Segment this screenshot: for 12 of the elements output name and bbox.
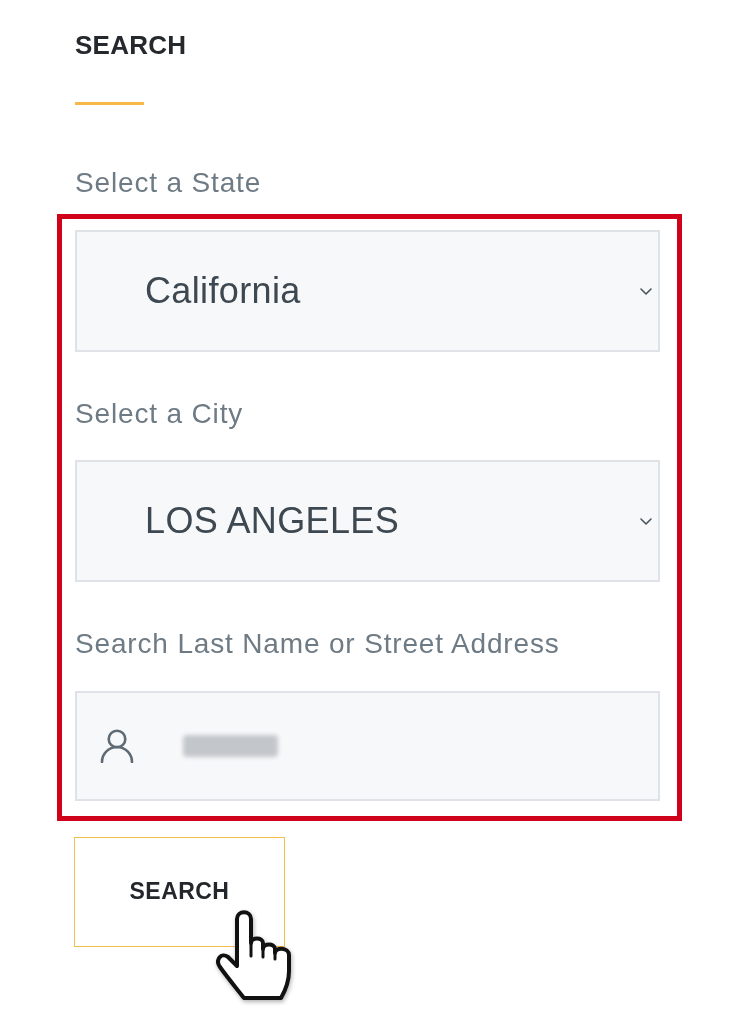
field-label: Select a City bbox=[75, 398, 244, 431]
user-icon bbox=[100, 728, 134, 763]
search-field[interactable] bbox=[75, 690, 660, 801]
field-label: Select a State bbox=[75, 167, 262, 200]
dropdown-select[interactable]: California bbox=[75, 230, 660, 353]
search-button[interactable]: SEARCH bbox=[74, 836, 285, 947]
chevron-down-icon bbox=[640, 517, 652, 525]
section-title: SEARCH bbox=[75, 32, 187, 58]
dropdown-select[interactable]: LOS ANGELES bbox=[75, 460, 660, 583]
field-label: Search Last Name or Street Address bbox=[75, 628, 560, 661]
chevron-down-icon bbox=[640, 287, 652, 295]
title-underline bbox=[75, 102, 144, 105]
